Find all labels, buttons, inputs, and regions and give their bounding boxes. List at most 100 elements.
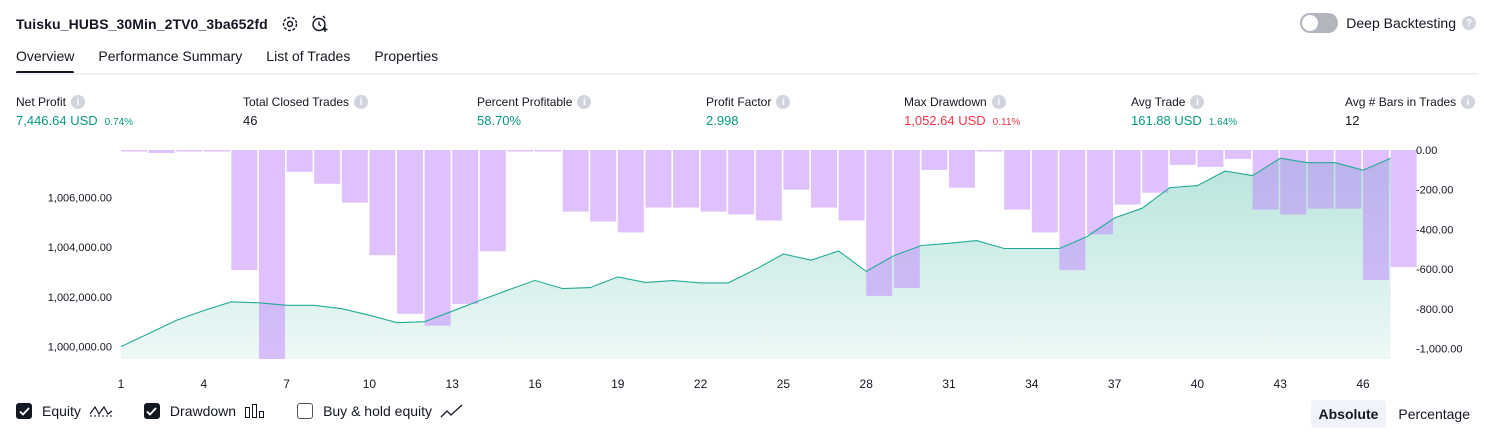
metric-label: Total Closed Trades: [243, 95, 350, 109]
legend-label: Drawdown: [169, 403, 237, 419]
legend-equity[interactable]: Equity: [16, 403, 113, 419]
drawdown-bar: [617, 150, 644, 233]
drawdown-bar: [673, 150, 699, 208]
deep-backtesting-help-icon[interactable]: ?: [1462, 16, 1476, 30]
add-alert-icon[interactable]: [310, 14, 330, 34]
metric-label: Avg # Bars in Trades: [1345, 95, 1457, 109]
deep-backtesting-label: Deep Backtesting: [1346, 15, 1456, 31]
right-axis-tick: -400.00: [1416, 224, 1453, 236]
drawdown-bar: [783, 150, 810, 190]
metric-profit-factor: Profit Factor i 2.998: [706, 94, 791, 130]
drawdown-bar: [397, 150, 423, 314]
x-axis-tick: 34: [1025, 377, 1039, 391]
x-axis-tick: 25: [777, 377, 791, 391]
drawdown-bar: [893, 150, 920, 288]
x-axis-tick: 1: [118, 377, 125, 391]
drawdown-bar: [755, 150, 782, 221]
metric-percent: 0.11%: [992, 117, 1021, 128]
info-icon[interactable]: i: [1461, 95, 1476, 109]
legend-label: Buy & hold equity: [323, 403, 433, 419]
report-tabs: Overview Performance Summary List of Tra…: [16, 48, 462, 74]
metric-percent-profitable: Percent Profitable i 58.70%: [477, 94, 592, 130]
buy-hold-checkbox[interactable]: [297, 403, 314, 419]
drawdown-bar: [1142, 150, 1169, 193]
drawdown-bar: [562, 150, 589, 212]
x-axis-tick: 43: [1274, 377, 1288, 391]
metric-label: Avg Trade: [1131, 95, 1186, 109]
drawdown-checkbox[interactable]: [143, 403, 160, 419]
info-icon[interactable]: i: [577, 95, 592, 109]
metric-percent: 0.74%: [104, 117, 134, 128]
metric-label: Profit Factor: [706, 95, 772, 109]
metric-total-closed-trades: Total Closed Trades i 46: [243, 94, 369, 130]
right-axis-tick: -200.00: [1416, 185, 1453, 197]
drawdown-bar: [866, 150, 893, 296]
drawdown-bar: [1197, 150, 1224, 167]
drawdown-bar: [341, 150, 368, 203]
tab-performance-summary[interactable]: Performance Summary: [98, 48, 242, 74]
tab-list-of-trades[interactable]: List of Trades: [266, 48, 350, 74]
settings-gear-icon[interactable]: [280, 14, 300, 34]
legend-drawdown[interactable]: Drawdown: [143, 403, 266, 419]
drawdown-bar: [590, 150, 617, 222]
info-icon[interactable]: i: [1190, 95, 1205, 109]
percentage-mode-button[interactable]: Percentage: [1390, 400, 1478, 428]
drawdown-bar: [1004, 150, 1031, 210]
drawdown-bar: [645, 150, 672, 208]
x-axis-tick: 22: [694, 377, 708, 391]
tab-overview[interactable]: Overview: [16, 48, 75, 74]
info-icon[interactable]: i: [354, 95, 369, 109]
drawdown-bar: [1390, 150, 1417, 268]
toggle-knob: [1302, 15, 1319, 31]
metric-label: Max Drawdown: [904, 95, 987, 109]
info-icon[interactable]: i: [71, 95, 86, 109]
drawdown-bar: [314, 150, 341, 184]
left-axis-tick: 1,002,000.00: [48, 292, 112, 304]
metric-label: Net Profit: [16, 95, 67, 109]
drawdown-bar: [1114, 150, 1141, 205]
drawdown-bar: [700, 150, 727, 212]
x-axis-tick: 16: [528, 377, 542, 391]
metric-label: Percent Profitable: [477, 95, 573, 109]
drawdown-bar: [369, 150, 396, 256]
legend-buy-hold-equity[interactable]: Buy & hold equity: [297, 403, 464, 419]
drawdown-bar: [838, 150, 865, 221]
drawdown-bar: [231, 150, 258, 271]
metric-value: 12: [1345, 113, 1360, 128]
metric-avg-trade: Avg Trade i 161.88 USD 1.64%: [1131, 94, 1237, 130]
drawdown-bar: [121, 150, 147, 152]
drawdown-bar: [148, 150, 175, 153]
drawdown-bar: [507, 150, 534, 152]
metric-value: 161.88 USD: [1131, 113, 1202, 128]
equity-checkbox[interactable]: [16, 403, 32, 419]
metric-value: 1,052.64 USD: [904, 113, 986, 128]
x-axis-tick: 28: [860, 377, 874, 391]
drawdown-bar: [1059, 150, 1086, 271]
tab-properties[interactable]: Properties: [374, 48, 438, 74]
drawdown-bar: [1031, 150, 1058, 233]
info-icon[interactable]: i: [991, 95, 1006, 109]
metric-value: 58.70%: [477, 113, 522, 128]
drawdown-bars-icon: [244, 403, 266, 419]
buy-hold-line-icon: [440, 403, 464, 419]
info-icon[interactable]: i: [776, 95, 791, 109]
drawdown-bar: [535, 150, 561, 152]
drawdown-bar: [811, 150, 837, 208]
drawdown-bar: [176, 150, 203, 152]
drawdown-bar: [949, 150, 975, 188]
deep-backtesting-toggle[interactable]: [1300, 13, 1339, 33]
legend-label: Equity: [42, 403, 81, 419]
right-axis-tick: 0.00: [1416, 145, 1437, 157]
deep-backtesting-control: Deep Backtesting ?: [1300, 13, 1476, 33]
x-axis-tick: 13: [446, 377, 460, 391]
strategy-header: Tuisku_HUBS_30Min_2TV0_3ba652fd: [16, 14, 330, 34]
x-axis-tick: 37: [1108, 377, 1122, 391]
x-axis-tick: 10: [363, 377, 377, 391]
absolute-mode-button[interactable]: Absolute: [1310, 400, 1387, 428]
drawdown-bar: [1169, 150, 1196, 165]
x-axis-tick: 4: [200, 377, 207, 391]
drawdown-bar: [1225, 150, 1251, 159]
equity-line-icon: [89, 403, 113, 419]
drawdown-bar: [921, 150, 948, 170]
x-axis-tick: 31: [942, 377, 956, 391]
